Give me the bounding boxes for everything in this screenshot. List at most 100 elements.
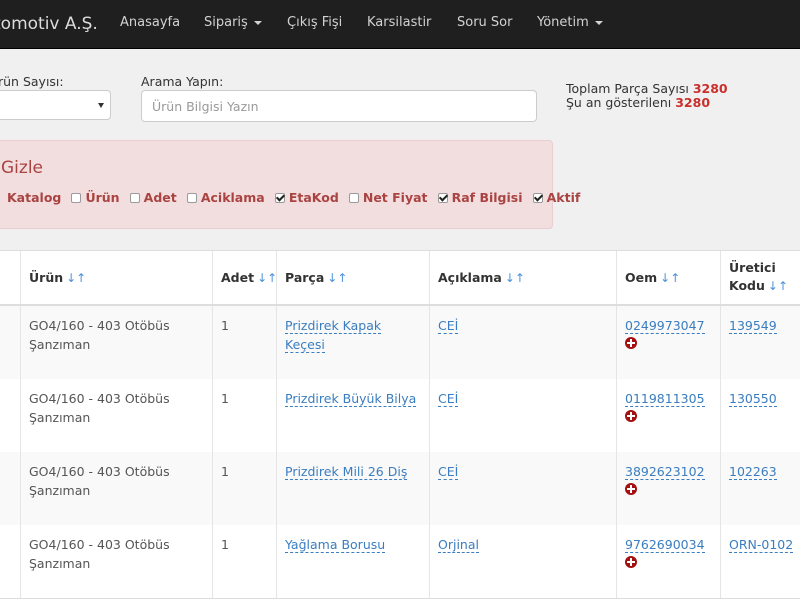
hide-option-adet[interactable]: Adet [144,190,177,205]
nav-siparis-dropdown[interactable]: Sipariş [204,0,262,48]
sort-icon[interactable]: ↓↑ [327,271,347,285]
cell-urun: GO4/160 - 403 Otöbüs Şanzıman [20,525,212,598]
checkbox-aktif[interactable] [532,192,543,203]
header-parca-label: Parça [285,270,325,285]
table-row: GO4/160 - 403 Otöbüs Şanzıman 1 Prizdire… [0,379,800,453]
nav-cikis-fisi[interactable]: Çıkış Fişi [287,0,342,48]
hide-option-urun[interactable]: Ürün [85,190,119,205]
cell-oem-link[interactable]: 3892623102 [625,464,705,480]
top-navbar: tomotiv A.Ş. Anasayfa Sipariş Çıkış Fişi… [0,0,800,49]
header-uretici-kodu[interactable]: Üretici Kodu ↓↑ [720,251,800,304]
hide-option-aktif[interactable]: Aktif [547,190,581,205]
header-oem[interactable]: Oem ↓↑ [616,251,720,304]
checkbox-urun[interactable] [71,192,82,203]
checkbox-raf-bilgisi[interactable] [437,192,448,203]
cell-oem: 0249973047 [616,306,720,379]
nav-karsilastir[interactable]: Karsilastir [367,0,431,48]
plus-circle-icon[interactable] [625,410,637,422]
nav-soru-sor[interactable]: Soru Sor [457,0,512,48]
cell-oem-link[interactable]: 9762690034 [625,537,705,553]
cell-urun-line2: Şanzıman [29,556,91,571]
header-adet[interactable]: Adet ↓↑ [212,251,277,304]
table-header: Ürün ↓↑ Adet ↓↑ Parça ↓↑ Açıklama ↓↑ Oem ↓↑ Ü… [0,251,800,306]
table-row: GO4/160 - 403 Otöbüs Şanzıman 1 Prizdire… [0,452,800,526]
hide-columns-panel: Gizle [0,140,553,229]
cell-urun-line1: GO4/160 - 403 Otöbüs [29,318,170,333]
header-oem-label: Oem [625,270,658,285]
table-row: GO4/160 - 403 Otöbüs Şanzıman 1 Prizdire… [0,306,800,380]
cell-oem-link[interactable]: 0249973047 [625,318,705,334]
hide-panel-title: Gizle [1,158,44,178]
shown-parts-count: Şu an gösterilenı 3280 [566,95,710,110]
sort-icon[interactable]: ↓↑ [66,271,86,285]
cell-urun-line1: GO4/160 - 403 Otöbüs [29,391,170,406]
cell-oem: 3892623102 [616,452,720,525]
header-aciklama[interactable]: Açıklama ↓↑ [429,251,616,304]
cell-uretici-link[interactable]: 102263 [729,464,777,480]
cell-urun-line2: Şanzıman [29,337,91,352]
cell-oem: 0119811305 [616,379,720,452]
header-urun[interactable]: Ürün ↓↑ [20,251,212,304]
hide-option-net-fiyat[interactable]: Net Fiyat [363,190,428,205]
cell-parca-link-line2[interactable]: Keçesi [285,337,325,353]
cell-parca-link-line1[interactable]: Prizdirek Kapak [285,318,382,334]
shown-parts-label: Şu an gösterilenı [566,95,672,110]
cell-aciklama: CEİ [429,452,616,525]
total-parts-count: Toplam Parça Sayısı 3280 [566,81,728,96]
cell-aciklama-link[interactable]: CEİ [438,391,459,407]
search-input[interactable] [141,90,537,122]
checkbox-etakod[interactable] [274,192,285,203]
cell-uretici-link[interactable]: 139549 [729,318,777,334]
chevron-down-icon [594,20,603,25]
sort-icon[interactable]: ↓↑ [768,279,788,293]
header-first-col [0,251,20,304]
brand-title[interactable]: tomotiv A.Ş. [0,0,98,48]
checkbox-net-fiyat[interactable] [348,192,359,203]
cell-aciklama-link[interactable]: CEİ [438,464,459,480]
nav-anasayfa[interactable]: Anasayfa [120,0,180,48]
parts-table: Ürün ↓↑ Adet ↓↑ Parça ↓↑ Açıklama ↓↑ Oem ↓↑ Ü… [0,250,800,611]
cell-adet: 1 [212,525,276,598]
cell-parca-link[interactable]: Prizdirek Büyük Bilya [285,391,417,407]
cell-urun-line1: GO4/160 - 403 Otöbüs [29,537,170,552]
select-caret-icon [98,103,104,108]
row-first-cell [0,379,20,452]
header-adet-label: Adet [221,270,255,285]
cell-aciklama: CEİ [429,306,616,379]
cell-oem-link[interactable]: 0119811305 [625,391,705,407]
hide-options: Katalog Ürün Adet Aciklama EtaKod Net Fi… [7,187,585,205]
header-urun-label: Ürün [29,270,64,285]
plus-circle-icon[interactable] [625,483,637,495]
cell-parca-link[interactable]: Yağlama Borusu [285,537,386,553]
nav-yonetim-dropdown[interactable]: Yönetim [537,0,603,48]
cell-aciklama-link[interactable]: Orjinal [438,537,479,553]
hide-option-etakod[interactable]: EtaKod [289,190,339,205]
plus-circle-icon[interactable] [625,337,637,349]
cell-uretici-link[interactable]: ORN-0102 [729,537,794,553]
cell-aciklama-link[interactable]: CEİ [438,318,459,334]
hide-option-katalog[interactable]: Katalog [7,190,61,205]
plus-circle-icon[interactable] [625,556,637,568]
cell-uretici: 130550 [720,379,800,452]
sort-icon[interactable]: ↓↑ [505,271,525,285]
nav-siparis-label: Sipariş [204,15,248,30]
header-parca[interactable]: Parça ↓↑ [276,251,429,304]
row-first-cell [0,452,20,525]
checkbox-aciklama[interactable] [186,192,197,203]
hide-option-aciklama[interactable]: Aciklama [201,190,265,205]
cell-parca: Prizdirek Büyük Bilya [276,379,429,452]
cell-urun-line2: Şanzıman [29,483,91,498]
header-kodu-label: Kodu [729,278,765,293]
cell-uretici-link[interactable]: 130550 [729,391,777,407]
shown-parts-value: 3280 [675,95,711,110]
header-uretici-label: Üretici [729,260,776,275]
cell-parca-link[interactable]: Prizdirek Mili 26 Diş [285,464,408,480]
cell-oem: 9762690034 [616,525,720,598]
sort-icon[interactable]: ↓↑ [660,271,680,285]
header-aciklama-label: Açıklama [438,270,502,285]
product-count-select[interactable] [0,90,111,120]
hide-option-raf-bilgisi[interactable]: Raf Bilgisi [452,190,523,205]
cell-aciklama: Orjinal [429,525,616,598]
sort-icon[interactable]: ↓↑ [257,271,277,285]
checkbox-adet[interactable] [129,192,140,203]
